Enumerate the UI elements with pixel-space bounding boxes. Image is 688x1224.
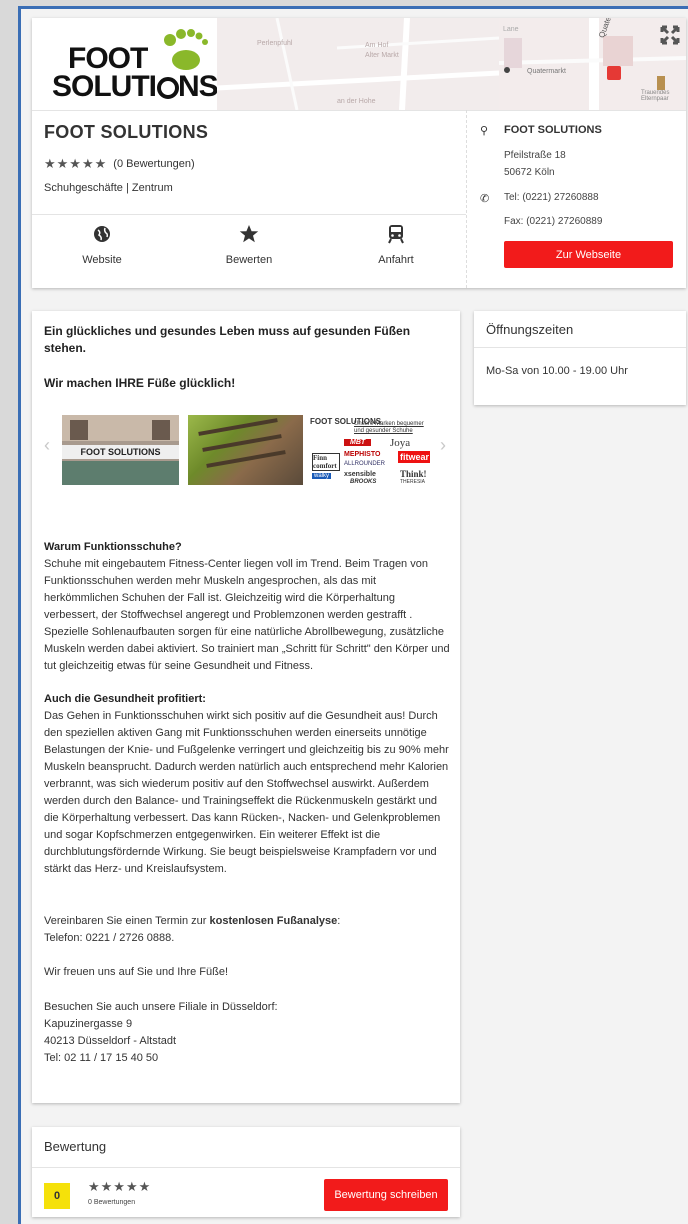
rating-score-badge: 0: [44, 1183, 70, 1209]
brand-logo: fitwear: [398, 451, 430, 463]
map-streets: [217, 18, 499, 110]
brand-logo: Joya: [390, 437, 411, 449]
website-label: Website: [82, 254, 122, 266]
directions-action[interactable]: Anfahrt: [326, 224, 466, 266]
opening-hours-title: Öffnungszeiten: [486, 322, 574, 337]
rate-label: Bewerten: [225, 254, 273, 266]
rating-count-label: 0 Bewertungen: [88, 1199, 136, 1206]
footprint-icon: [164, 29, 208, 70]
map-label: Trauendes Elternpaar: [641, 90, 670, 102]
brand-logo: Think!: [400, 469, 427, 479]
gallery-image-brands[interactable]: FOOT SOLUTIONS Unsere Marken bequemer un…: [310, 415, 430, 485]
brand-logo: walky: [312, 473, 332, 479]
branch-city: 40213 Düsseldorf - Altstadt: [44, 1035, 177, 1047]
map-preview-detail[interactable]: Quatermarkt Quatermarkt Trauendes Eltern…: [499, 18, 686, 110]
section-title-functional-shoes: Warum Funktionsschuhe?: [44, 541, 182, 553]
rating-count: (0 Bewertungen): [113, 158, 195, 170]
opening-hours-card: Öffnungszeiten Mo-Sa von 10.00 - 19.00 U…: [474, 311, 686, 405]
business-header-card: FOOT SOLUTI NS. Perlenpfuhl Am Hof Alter…: [32, 18, 686, 288]
brand-logo: MBT: [344, 439, 372, 446]
map-label: Alter Markt: [365, 52, 399, 59]
brand-logo: MEPHISTO: [344, 451, 381, 458]
gallery-image-interior[interactable]: [188, 415, 303, 485]
branch-street: Kapuzinergasse 9: [44, 1018, 133, 1030]
rating-card: Bewertung 0 ★★★★★ 0 Bewertungen Bewertun…: [32, 1127, 460, 1217]
website-action[interactable]: Website: [32, 224, 172, 266]
closing-text: Wir freuen uns auf Sie und Ihre Füße!: [44, 966, 229, 978]
branch-intro: Besuchen Sie auch unsere Filiale in Düss…: [44, 1001, 278, 1013]
star-rating-icon: ★★★★★: [44, 156, 108, 171]
brand-logo: Finn comfort: [312, 453, 340, 471]
map-label: Lane: [503, 26, 519, 33]
contact-street: Pfeilstraße 18: [504, 150, 566, 161]
map-label: an der Hohe: [337, 98, 376, 105]
rate-action[interactable]: Bewerten: [179, 224, 319, 266]
write-review-button[interactable]: Bewertung schreiben: [324, 1179, 448, 1211]
rating-title: Bewertung: [44, 1139, 107, 1154]
headline: Ein glückliches und gesundes Leben muss …: [44, 324, 411, 355]
map-label: Perlenpfuhl: [257, 40, 293, 47]
description-card: Ein glückliches und gesundes Leben muss …: [32, 311, 460, 1103]
appointment-phone: Telefon: 0221 / 2726 0888.: [44, 932, 175, 944]
brand-logo: xsensible: [344, 471, 376, 478]
section-text-health: Das Gehen in Funktionsschuhen wirkt sich…: [44, 710, 449, 875]
map-label: Am Hof: [365, 42, 389, 49]
contact-phone[interactable]: Tel: (0221) 27260888: [504, 192, 599, 203]
contact-city: 50672 Köln: [504, 167, 555, 178]
branch-phone: Tel: 02 11 / 17 15 40 50: [44, 1052, 159, 1064]
phone-icon: ✆: [480, 193, 490, 205]
gallery-image-storefront[interactable]: FOOT SOLUTIONS: [62, 415, 179, 485]
section-title-health: Auch die Gesundheit profitiert:: [44, 693, 206, 705]
section-text-functional-shoes: Schuhe mit eingebautem Fitness-Center li…: [44, 558, 450, 672]
directions-label: Anfahrt: [378, 254, 414, 266]
contact-fax: Fax: (0221) 27260889: [504, 216, 603, 227]
location-pin-icon: ⚲: [480, 125, 489, 137]
globe-icon: [94, 226, 110, 242]
divider: [32, 1167, 460, 1168]
gallery-prev-icon[interactable]: ‹: [44, 435, 50, 456]
business-category: Schuhgeschäfte | Zentrum: [44, 182, 173, 194]
divider: [32, 110, 686, 111]
divider: [32, 214, 466, 215]
company-logo: FOOT SOLUTI NS.: [32, 18, 226, 110]
shop-sign: FOOT SOLUTIONS: [62, 445, 179, 459]
star-icon: [239, 225, 259, 243]
appointment-suffix: :: [337, 915, 341, 927]
brand-logo: THERESIA: [400, 479, 426, 485]
train-icon: [388, 225, 404, 244]
appointment-text: Vereinbaren Sie einen Termin zur kostenl…: [44, 913, 450, 930]
gallery-next-icon[interactable]: ›: [440, 435, 446, 456]
appointment-bold: kostenlosen Fußanalyse: [209, 915, 338, 927]
subheadline: Wir machen IHRE Füße glücklich!: [44, 376, 236, 390]
appointment-prefix: Vereinbaren Sie einen Termin zur: [44, 915, 210, 927]
brand-logo: BROOKS: [350, 479, 377, 485]
brands-title: Unsere Marken bequemer und gesunder Schu…: [354, 421, 424, 434]
company-name: FOOT SOLUTIONS: [44, 122, 209, 142]
divider: [466, 110, 467, 288]
divider: [474, 347, 686, 348]
logo-text-bottom: SOLUTI: [52, 70, 157, 103]
opening-hours-text: Mo-Sa von 10.00 - 19.00 Uhr: [486, 365, 628, 377]
brand-logo: ALLROUNDER: [344, 461, 386, 467]
expand-icon[interactable]: [659, 24, 681, 46]
star-rating-icon: ★★★★★: [88, 1179, 152, 1194]
contact-name: FOOT SOLUTIONS: [504, 124, 602, 136]
rating-summary: ★★★★★ (0 Bewertungen): [44, 156, 195, 172]
map-preview[interactable]: Perlenpfuhl Am Hof Alter Markt an der Ho…: [217, 18, 499, 110]
map-label: Quatermarkt: [527, 68, 566, 75]
website-button[interactable]: Zur Webseite: [504, 241, 673, 268]
logo-o-icon: [157, 77, 179, 99]
